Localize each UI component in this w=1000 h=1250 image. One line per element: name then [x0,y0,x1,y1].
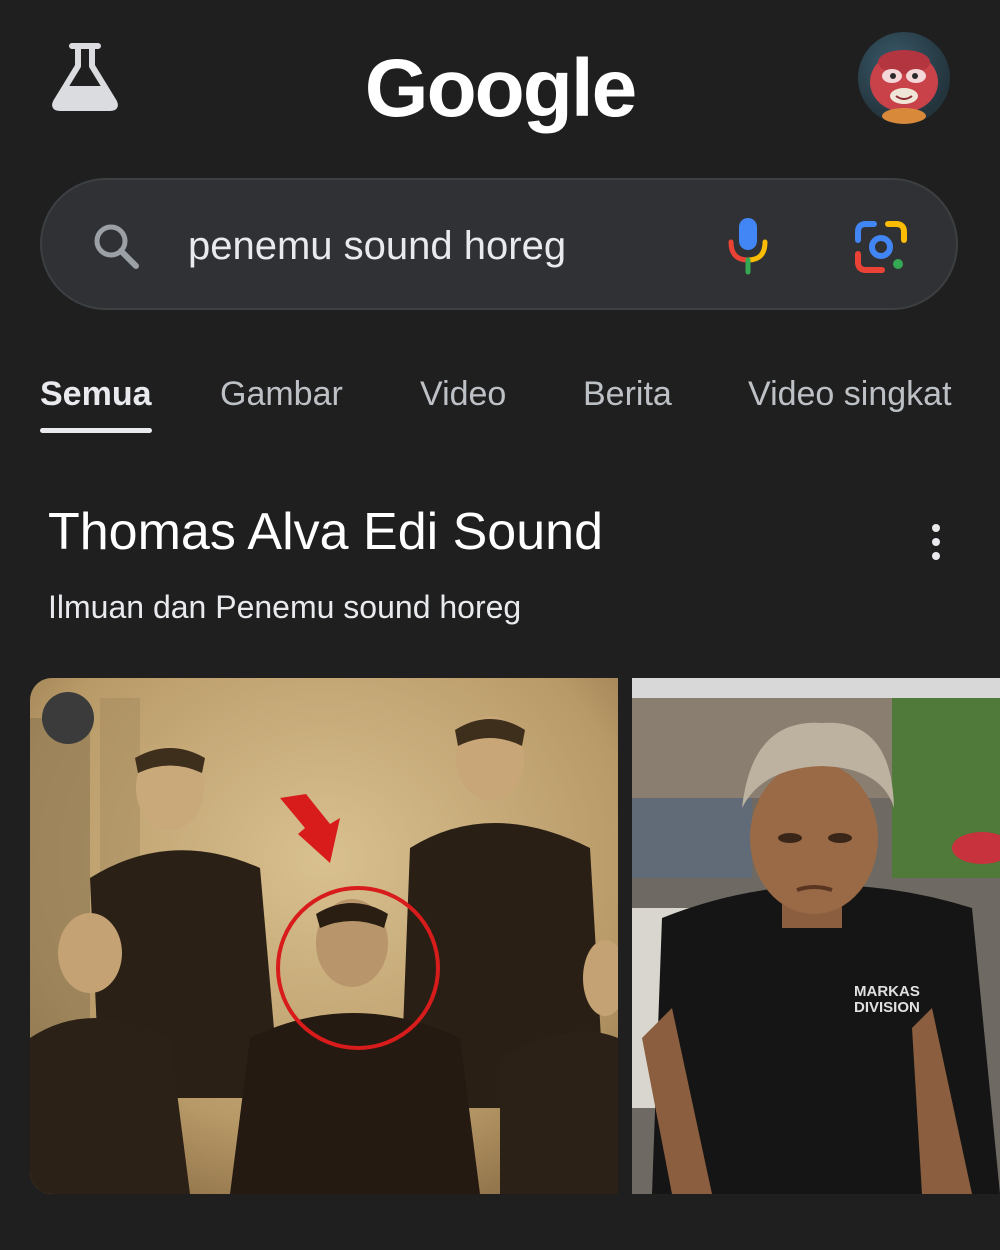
shirt-logo-text: MARKAS [854,983,920,1000]
google-logo: Google [364,43,637,134]
active-tab-indicator [40,428,152,433]
google-lens-icon[interactable] [852,218,910,276]
search-tabs: Semua Gambar Video Berita Video singkat [40,372,1000,442]
more-vert-icon[interactable] [920,520,952,564]
tab-video-singkat[interactable]: Video singkat [748,372,952,416]
tab-gambar[interactable]: Gambar [220,372,343,416]
search-bar[interactable]: penemu sound horeg [40,178,958,310]
knowledge-panel-title: Thomas Alva Edi Sound [48,503,603,561]
man-in-black-shirt-photo[interactable]: MARKAS DIVISION [632,678,1000,1194]
tab-semua[interactable]: Semua [40,372,152,416]
search-input[interactable]: penemu sound horeg [188,218,566,274]
knowledge-panel-subtitle: Ilmuan dan Penemu sound horeg [48,589,522,625]
tab-berita[interactable]: Berita [583,372,672,416]
search-icon[interactable] [90,220,142,272]
google-search-page: Google penemu sound horeg Semua Gambar V… [0,0,1000,1250]
svg-text:DIVISION: DIVISION [854,999,920,1016]
microphone-icon[interactable] [722,214,774,278]
profile-avatar[interactable] [858,32,950,124]
tab-video[interactable]: Video [420,372,506,416]
vintage-group-photo[interactable] [30,678,618,1194]
